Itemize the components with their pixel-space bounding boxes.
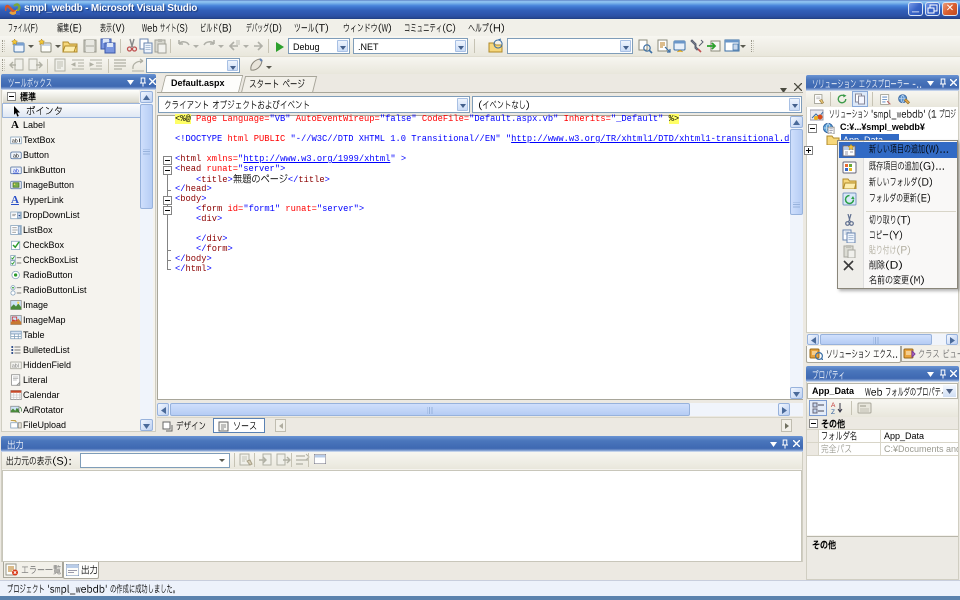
svg-text:abl: abl xyxy=(12,363,19,369)
svg-text:ab: ab xyxy=(13,153,19,159)
svg-text:Z: Z xyxy=(831,409,835,414)
svg-text:A: A xyxy=(831,402,836,409)
svg-text:ab: ab xyxy=(12,138,18,144)
svg-text:ab: ab xyxy=(13,168,19,174)
